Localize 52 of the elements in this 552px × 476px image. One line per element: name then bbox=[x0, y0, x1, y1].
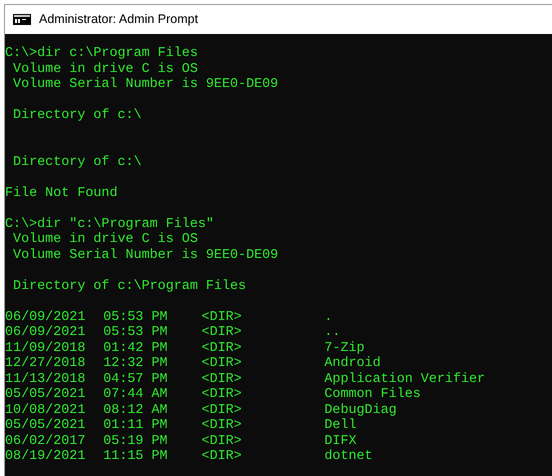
type-text: <DIR> bbox=[202, 356, 242, 371]
output-line: Directory of c:\ bbox=[12, 154, 142, 170]
type-text: <DIR> bbox=[202, 402, 242, 418]
folder-name: Application Verifier bbox=[324, 372, 486, 386]
type-text: <DIR> bbox=[202, 340, 242, 356]
terminal-icon bbox=[13, 14, 31, 25]
date-text: 06/09/2021 bbox=[5, 325, 86, 340]
date-text: 08/19/2021 bbox=[5, 449, 86, 464]
folder-name: .. bbox=[324, 325, 340, 340]
output-line: Directory of c:\Program Files bbox=[12, 278, 246, 294]
type-text: <DIR> bbox=[202, 310, 242, 324]
output-line: Volume in drive C is OS bbox=[12, 62, 198, 77]
date-text: 05/05/2021 bbox=[5, 418, 86, 433]
folder-name: . bbox=[324, 310, 332, 324]
time-text: 05:19 PM bbox=[103, 434, 168, 448]
date-text: 06/02/2017 bbox=[5, 434, 86, 448]
date-text: 11/09/2018 bbox=[5, 340, 86, 356]
folder-name: Common Files bbox=[324, 387, 421, 402]
time-text: 11:15 PM bbox=[103, 449, 168, 464]
output-line: Directory of c:\ bbox=[12, 108, 142, 124]
type-text: <DIR> bbox=[202, 449, 242, 464]
type-text: <DIR> bbox=[202, 387, 242, 402]
time-text: 12:32 PM bbox=[103, 356, 168, 371]
folder-name: 7-Zip bbox=[324, 340, 365, 356]
time-text: 07:44 AM bbox=[103, 387, 168, 402]
folder-name: dotnet bbox=[324, 449, 373, 464]
type-text: <DIR> bbox=[202, 434, 242, 448]
date-text: 10/08/2021 bbox=[5, 402, 86, 418]
folder-name: Android bbox=[324, 356, 381, 371]
window-title: Administrator: Admin Prompt bbox=[39, 11, 198, 28]
folder-name: Dell bbox=[324, 418, 357, 433]
output-line: Volume Serial Number is 9EE0-DE09 bbox=[12, 77, 278, 92]
time-text: 01:11 PM bbox=[103, 418, 168, 433]
date-text: 11/13/2018 bbox=[5, 372, 86, 386]
time-text: 04:57 PM bbox=[103, 372, 168, 386]
output-line: Volume Serial Number is 9EE0-DE09 bbox=[12, 248, 278, 263]
date-text: 05/05/2021 bbox=[5, 387, 86, 402]
type-text: <DIR> bbox=[202, 418, 242, 433]
time-text: 08:12 AM bbox=[103, 402, 168, 418]
command-line: C:\>dir c:\Program Files bbox=[5, 46, 198, 62]
output-line: Volume in drive C is OS bbox=[12, 232, 198, 248]
date-text: 06/09/2021 bbox=[5, 310, 86, 324]
type-text: <DIR> bbox=[202, 325, 242, 340]
type-text: <DIR> bbox=[202, 372, 242, 386]
folder-name: DebugDiag bbox=[324, 402, 397, 418]
output-line: File Not Found bbox=[5, 186, 118, 201]
date-text: 12/27/2018 bbox=[5, 356, 86, 371]
folder-name: DIFX bbox=[324, 434, 357, 448]
command-line: C:\>dir "c:\Program Files" bbox=[5, 216, 214, 232]
time-text: 05:53 PM bbox=[103, 310, 168, 324]
time-text: 05:53 PM bbox=[103, 325, 168, 340]
time-text: 01:42 PM bbox=[103, 340, 168, 356]
